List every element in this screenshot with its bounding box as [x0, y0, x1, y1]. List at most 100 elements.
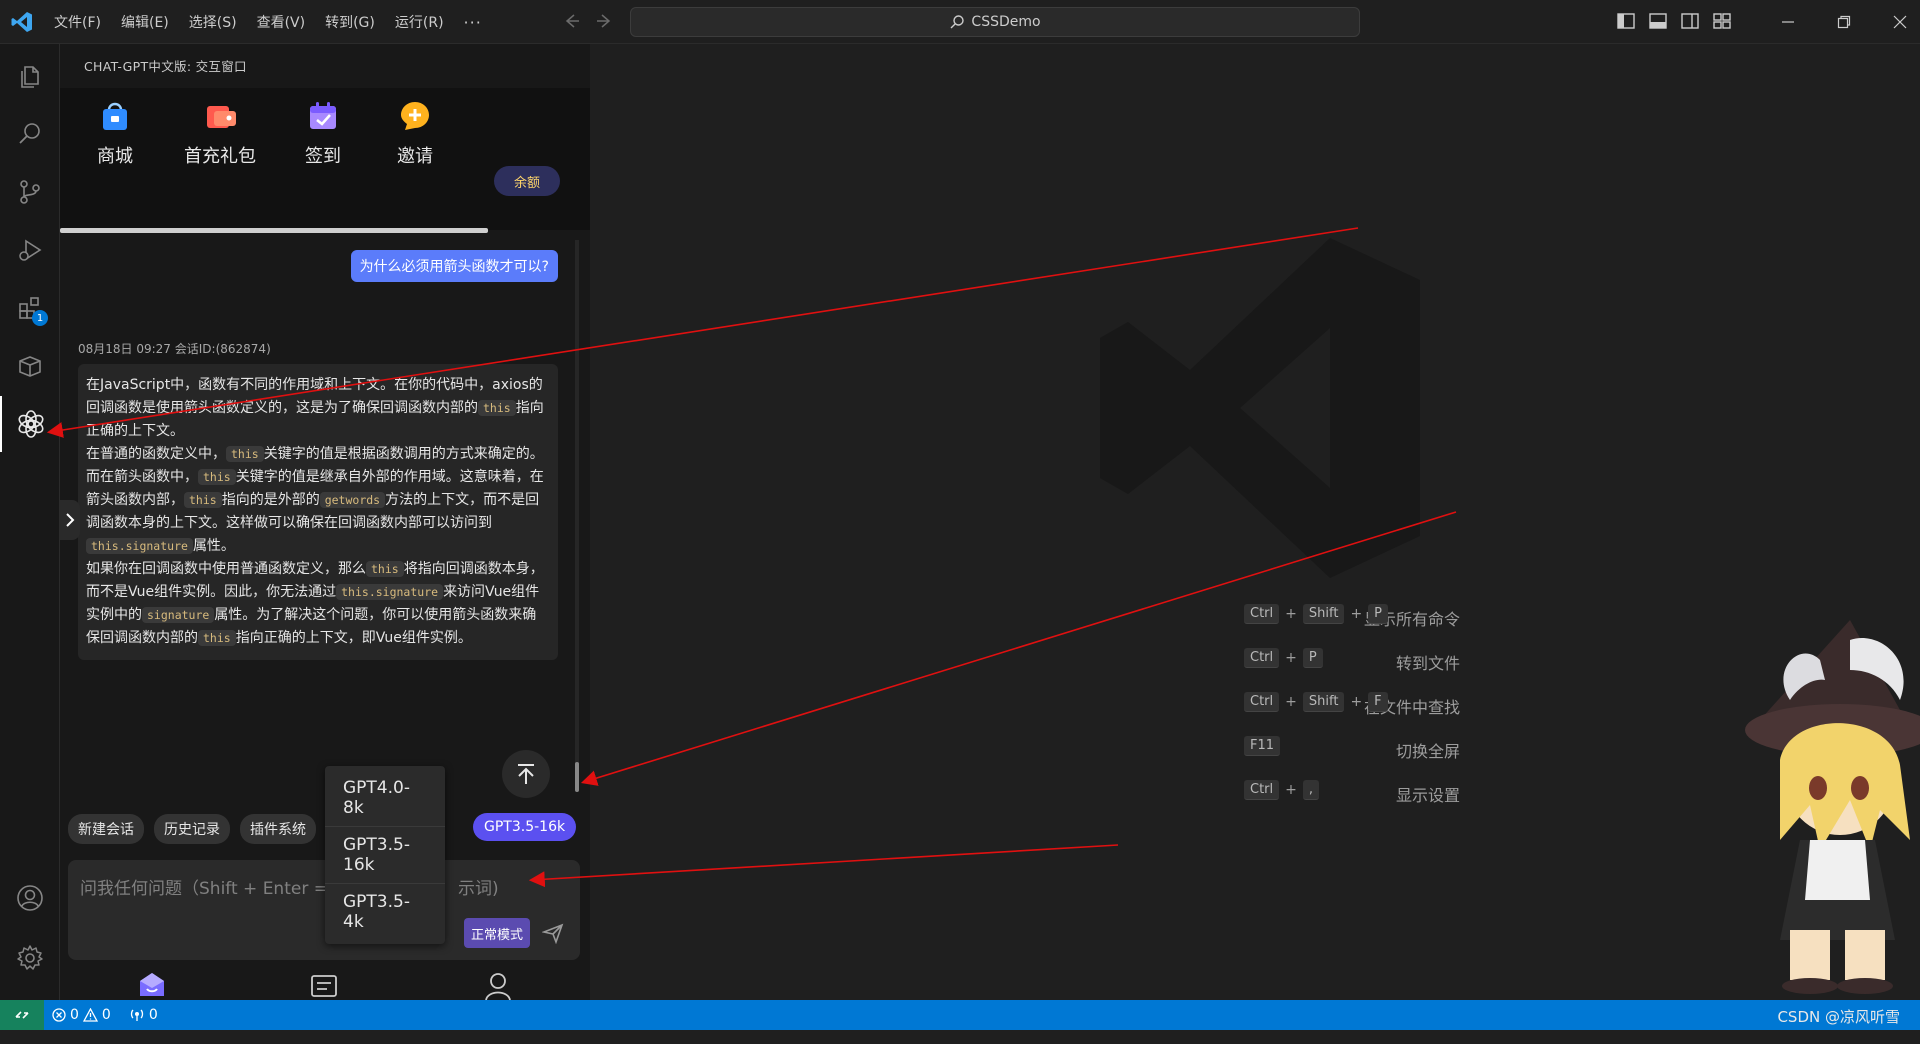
question-input[interactable]: 问我任何问题（Shift + Enter = 示词) 正常模式 [68, 860, 580, 960]
command-center-text: CSSDemo [971, 14, 1041, 30]
tool-invite-label: 邀请 [397, 146, 433, 167]
answer-paragraph-2: 在普通的函数定义中， this 关键字的值是根据函数调用的方式来确定的。而在箭头函数… [86, 446, 544, 554]
model-dropdown-menu: GPT4.0-8k GPT3.5-16k GPT3.5-4k [325, 766, 445, 944]
answer-paragraph-1: 在JavaScript中，函数有不同的作用域和上下文。在你的代码中，axios的… [86, 377, 544, 439]
back-arrow-icon[interactable] [560, 10, 582, 32]
command-center[interactable]: CSSDemo [630, 7, 1360, 37]
chat-scrollbar-thumb[interactable] [575, 762, 579, 792]
package-icon [19, 356, 41, 377]
mode-button[interactable]: 正常模式 [464, 918, 530, 948]
activity-explorer[interactable] [0, 48, 60, 104]
new-session-button[interactable]: 新建会话 [68, 814, 144, 844]
model-select-button[interactable]: GPT3.5-16k [473, 813, 577, 841]
restore-icon [1837, 15, 1851, 29]
history-button[interactable]: 历史记录 [154, 814, 230, 844]
user-message-bubble: 为什么必须用箭头函数才可以? [350, 250, 558, 282]
source-control-icon [20, 180, 40, 204]
model-option[interactable]: GPT3.5-16k [325, 827, 445, 884]
send-icon[interactable] [542, 922, 564, 944]
remote-icon [15, 1011, 29, 1019]
menu-run[interactable]: 运行(R) [385, 7, 454, 37]
menu-file[interactable]: 文件(F) [44, 7, 111, 37]
activity-bar: 1 [0, 44, 60, 1000]
ports-status[interactable]: 0 [129, 1007, 158, 1023]
activity-chatgpt[interactable] [0, 396, 60, 452]
key-cap: Ctrl [1244, 780, 1280, 800]
tool-first-charge-label: 首充礼包 [184, 146, 256, 167]
gift-pack-icon [207, 106, 236, 128]
chatgpt-panel: CHAT-GPT中文版: 交互窗口 商城 首充礼包 签到 邀请 余额 为什么必须… [60, 44, 590, 1025]
remote-indicator-button[interactable] [0, 1000, 44, 1030]
toggle-primary-sidebar-icon[interactable] [1616, 11, 1636, 31]
broadcast-icon [130, 1009, 143, 1021]
invite-chat-icon [401, 102, 429, 130]
vscode-logo-icon[interactable] [10, 10, 34, 34]
toggle-panel-icon[interactable] [1648, 11, 1668, 31]
key-cap: P [1302, 648, 1323, 668]
home-icon [140, 973, 164, 996]
tool-checkin-label: 签到 [305, 146, 341, 167]
ports-count: 0 [148, 1007, 158, 1023]
scroll-to-top-button[interactable] [502, 750, 550, 798]
problems-status[interactable]: 0 0 [52, 1007, 111, 1023]
menu-go[interactable]: 转到(G) [315, 7, 385, 37]
plugins-button[interactable]: 插件系统 [240, 814, 316, 844]
menu-more-button[interactable]: ··· [454, 9, 492, 36]
menu-view[interactable]: 查看(V) [247, 7, 316, 37]
activity-run-debug[interactable] [0, 222, 60, 278]
activity-accounts[interactable] [0, 870, 60, 926]
activity-manage[interactable] [0, 930, 60, 986]
tool-invite[interactable]: 邀请 [370, 98, 460, 168]
tool-checkin[interactable]: 签到 [278, 98, 368, 168]
tool-shop[interactable]: 商城 [70, 98, 160, 168]
account-icon [17, 885, 43, 911]
activity-package[interactable] [0, 338, 60, 394]
restore-button[interactable] [1816, 0, 1872, 44]
chevron-right-icon [66, 513, 75, 527]
shop-bag-icon [103, 102, 127, 130]
settings-gear-icon [17, 945, 43, 970]
key-cap: F11 [1244, 736, 1281, 756]
warning-count: 0 [101, 1007, 111, 1023]
inline-code: signature [142, 607, 215, 623]
minimize-button[interactable] [1760, 0, 1816, 44]
chatgpt-icon [18, 410, 44, 438]
inline-code: this [198, 630, 236, 646]
balance-button[interactable]: 余额 [494, 166, 560, 196]
user-icon [485, 973, 511, 1001]
chat-scrollbar-track[interactable] [575, 240, 579, 780]
key-cap: Shift [1302, 604, 1345, 624]
model-option[interactable]: GPT4.0-8k [325, 770, 445, 827]
forward-arrow-icon[interactable] [594, 10, 616, 32]
key-cap: Ctrl [1244, 692, 1280, 712]
warning-icon [82, 1008, 98, 1022]
close-icon [1893, 15, 1907, 29]
toggle-secondary-sidebar-icon[interactable] [1680, 11, 1700, 31]
tool-shop-label: 商城 [97, 146, 133, 167]
model-option[interactable]: GPT3.5-4k [325, 884, 445, 940]
activity-source-control[interactable] [0, 164, 60, 220]
customize-layout-icon[interactable] [1712, 11, 1732, 31]
chat-messages: 为什么必须用箭头函数才可以? 08月18日 09:27 会话ID:(862874… [60, 230, 580, 798]
key-cap: Shift [1302, 692, 1345, 712]
tool-first-charge[interactable]: 首充礼包 [175, 98, 265, 168]
arrow-up-icon [518, 764, 534, 784]
menu-edit[interactable]: 编辑(E) [111, 7, 179, 37]
close-button[interactable] [1872, 0, 1920, 44]
key-cap: Ctrl [1244, 648, 1280, 668]
minimize-icon [1782, 21, 1794, 23]
menu-selection[interactable]: 选择(S) [179, 7, 247, 37]
csdn-watermark: CSDN @凉风听雪 [1777, 1008, 1900, 1026]
title-bar: 文件(F) 编辑(E) 选择(S) 查看(V) 转到(G) 运行(R) ··· … [0, 0, 1920, 44]
activity-search[interactable] [0, 106, 60, 162]
extensions-badge: 1 [32, 310, 48, 326]
menu-bar: 文件(F) 编辑(E) 选择(S) 查看(V) 转到(G) 运行(R) ··· [44, 0, 492, 44]
inline-code: this [184, 492, 222, 508]
error-icon [52, 1008, 66, 1022]
expand-sidebar-handle[interactable] [60, 500, 80, 540]
activity-extensions[interactable]: 1 [0, 280, 60, 336]
vscode-watermark-icon [1100, 238, 1420, 578]
inline-code: getwords [319, 492, 386, 508]
search-icon [19, 123, 40, 144]
inline-code: this.signature [86, 538, 193, 554]
